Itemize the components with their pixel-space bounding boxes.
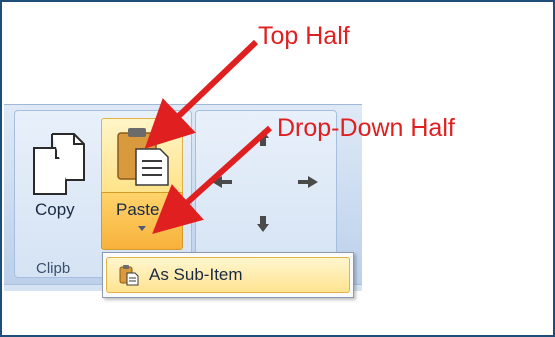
arrow-to-top-half-icon <box>144 39 259 149</box>
annotation-arrows <box>144 39 273 235</box>
arrow-to-drop-down-half-icon <box>152 125 273 235</box>
